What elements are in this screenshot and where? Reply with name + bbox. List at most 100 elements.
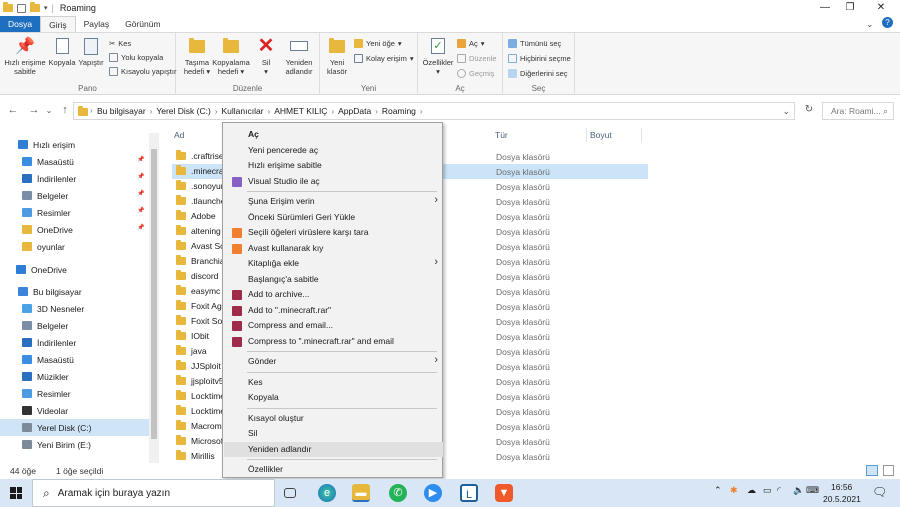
delete-button[interactable]: ✕ Sil ▾ (256, 36, 276, 77)
column-divider[interactable] (641, 128, 642, 142)
tab-file[interactable]: Dosya (0, 16, 41, 32)
forward-arrow-icon[interactable]: → (27, 104, 41, 116)
edit-button[interactable]: Düzenle (457, 54, 497, 63)
context-menu-item[interactable]: Compress and email... (224, 318, 443, 333)
tab-share[interactable]: Paylaş (76, 16, 118, 32)
whatsapp-icon[interactable]: ✆ (389, 484, 407, 502)
search-input[interactable]: Ara: Roami... ⌕ (822, 102, 894, 120)
taskbar-search-input[interactable]: ⌕ Aramak için buraya yazın (32, 479, 275, 507)
tab-view[interactable]: Görünüm (117, 16, 168, 32)
zoom-icon[interactable]: ▶ (424, 484, 442, 502)
back-arrow-icon[interactable]: ← (6, 104, 20, 116)
context-menu-item[interactable]: Kitaplığa ekle › (224, 256, 443, 271)
invert-selection-button[interactable]: Diğerlerini seç (508, 69, 568, 78)
recent-locations-chevron-icon[interactable]: ⌄ (42, 106, 56, 115)
nav-item[interactable]: Resimler (0, 385, 71, 402)
language-tray-icon[interactable]: ⌨ (806, 485, 819, 496)
paste-shortcut-button[interactable]: Kısayolu yapıştır (109, 67, 176, 76)
new-folder-button[interactable]: Yeni klasör (324, 36, 350, 76)
maximize-button[interactable]: ❐ (835, 0, 865, 16)
wifi-tray-icon[interactable]: ◜ (777, 485, 781, 496)
nav-item[interactable]: Belgeler (0, 187, 68, 204)
chevron-down-icon[interactable]: ▾ (44, 4, 48, 12)
column-header-name[interactable]: Ad (174, 130, 184, 140)
context-menu-item[interactable]: Add to ".minecraft.rar" (224, 303, 443, 318)
nav-item[interactable]: oyunlar (0, 238, 65, 255)
breadcrumb-item[interactable]: Kullanıcılar (219, 106, 267, 116)
paste-button[interactable]: Yapıştır (77, 36, 105, 67)
copy-to-button[interactable]: Kopyalama hedefi ▾ (212, 36, 250, 76)
windows-start-icon[interactable] (10, 487, 22, 499)
address-dropdown-icon[interactable]: ⌄ (782, 106, 790, 117)
context-menu-item[interactable]: Yeni pencerede aç (224, 143, 443, 158)
copy-path-button[interactable]: Yolu kopyala (109, 53, 163, 62)
help-icon[interactable]: ? (882, 17, 893, 28)
clock-date[interactable]: 20.5.2021 (823, 494, 861, 504)
show-hidden-icons-icon[interactable]: ⌃ (714, 485, 722, 496)
nav-item[interactable]: Resimler (0, 204, 71, 221)
nav-item[interactable]: OneDrive (0, 221, 73, 238)
task-view-icon[interactable] (284, 488, 296, 498)
context-menu-item[interactable]: Add to archive... (224, 287, 443, 302)
nav-item[interactable]: Yeni Birim (E:) (0, 436, 91, 453)
context-menu-item[interactable]: Başlangıç'a sabitle (224, 272, 443, 287)
brave-icon[interactable]: ▼ (495, 484, 513, 502)
new-item-button[interactable]: Yeni öğe ▾ (354, 39, 402, 48)
breadcrumb[interactable]: › Bu bilgisayar › Yerel Disk (C:) › Kullan… (73, 102, 795, 120)
open-button[interactable]: Aç ▾ (457, 39, 485, 48)
details-view-icon[interactable] (866, 465, 878, 476)
properties-quick-icon[interactable] (17, 3, 26, 13)
scrollbar-thumb[interactable] (151, 149, 157, 439)
breadcrumb-item[interactable]: Roaming (379, 106, 419, 116)
file-explorer-icon[interactable]: ▬ (352, 484, 370, 502)
network-tray-icon[interactable]: ☁ (747, 485, 756, 496)
pin-quick-access-button[interactable]: 📌 Hızlı erişime sabitle (3, 36, 47, 76)
chevron-down-icon[interactable]: ⌄ (866, 19, 874, 30)
breadcrumb-item[interactable]: Yerel Disk (C:) (153, 106, 213, 116)
nav-scrollbar[interactable] (149, 133, 159, 463)
notification-center-icon[interactable]: 🗨 (872, 485, 887, 499)
up-arrow-icon[interactable]: ↑ (58, 104, 72, 116)
lightshot-icon[interactable]: L (460, 484, 478, 502)
column-header-type[interactable]: Tür (495, 130, 508, 140)
nav-item[interactable]: İndirilenler (0, 334, 76, 351)
context-menu-item[interactable]: Hızlı erişime sabitle (224, 158, 443, 173)
context-menu-item[interactable]: Seçili öğeleri virüslere karşı tara (224, 225, 443, 240)
column-header-size[interactable]: Boyut (590, 130, 612, 140)
select-all-button[interactable]: Tümünü seç (508, 39, 561, 48)
context-menu-item[interactable]: Compress to ".minecraft.rar" and email (224, 334, 443, 349)
breadcrumb-item[interactable]: AHMET KILIÇ (271, 106, 330, 116)
close-button[interactable]: ✕ (866, 0, 896, 16)
nav-item[interactable]: Masaüstü (0, 351, 74, 368)
volume-tray-icon[interactable]: 🔈 (793, 485, 804, 496)
context-menu-item[interactable]: Avast kullanarak kıy (224, 241, 443, 256)
new-folder-quick-icon[interactable] (30, 2, 40, 12)
context-menu-item[interactable]: Kopyala (224, 390, 443, 405)
context-menu-item[interactable]: Kısayol oluştur (224, 411, 443, 426)
nav-item[interactable]: Yerel Disk (C:) (0, 419, 149, 436)
column-divider[interactable] (586, 128, 587, 142)
nav-item[interactable]: OneDrive (0, 261, 67, 278)
nav-item[interactable]: 3D Nesneler (0, 300, 84, 317)
context-menu-item[interactable]: Yeniden adlandır (224, 441, 443, 457)
battery-tray-icon[interactable]: ▭ (763, 485, 772, 496)
select-none-button[interactable]: Hiçbirini seçme (508, 54, 571, 63)
context-menu-item[interactable]: Kes (224, 375, 443, 390)
nav-item[interactable]: İndirilenler (0, 170, 76, 187)
context-menu-item[interactable]: Visual Studio ile aç (224, 174, 443, 189)
breadcrumb-separator[interactable]: › (419, 107, 424, 116)
breadcrumb-item[interactable]: AppData (335, 106, 374, 116)
move-to-button[interactable]: Taşıma hedefi ▾ (182, 36, 212, 76)
context-menu-item[interactable]: Aç (224, 127, 443, 142)
context-menu-item[interactable]: Sil (224, 426, 443, 441)
nav-item[interactable]: Hızlı erişim (0, 136, 75, 153)
large-icons-view-icon[interactable] (883, 465, 894, 476)
history-button[interactable]: Geçmiş (457, 69, 494, 78)
nav-item[interactable]: Masaüstü (0, 153, 74, 170)
nav-item[interactable]: Videolar (0, 402, 68, 419)
context-menu-item[interactable]: Gönder › (224, 354, 443, 369)
breadcrumb-separator[interactable]: › (89, 106, 94, 115)
context-menu-item[interactable]: Şuna Erişim verin › (224, 194, 443, 209)
context-menu-item[interactable]: Önceki Sürümleri Geri Yükle (224, 210, 443, 225)
rename-button[interactable]: Yeniden adlandır (280, 36, 318, 76)
